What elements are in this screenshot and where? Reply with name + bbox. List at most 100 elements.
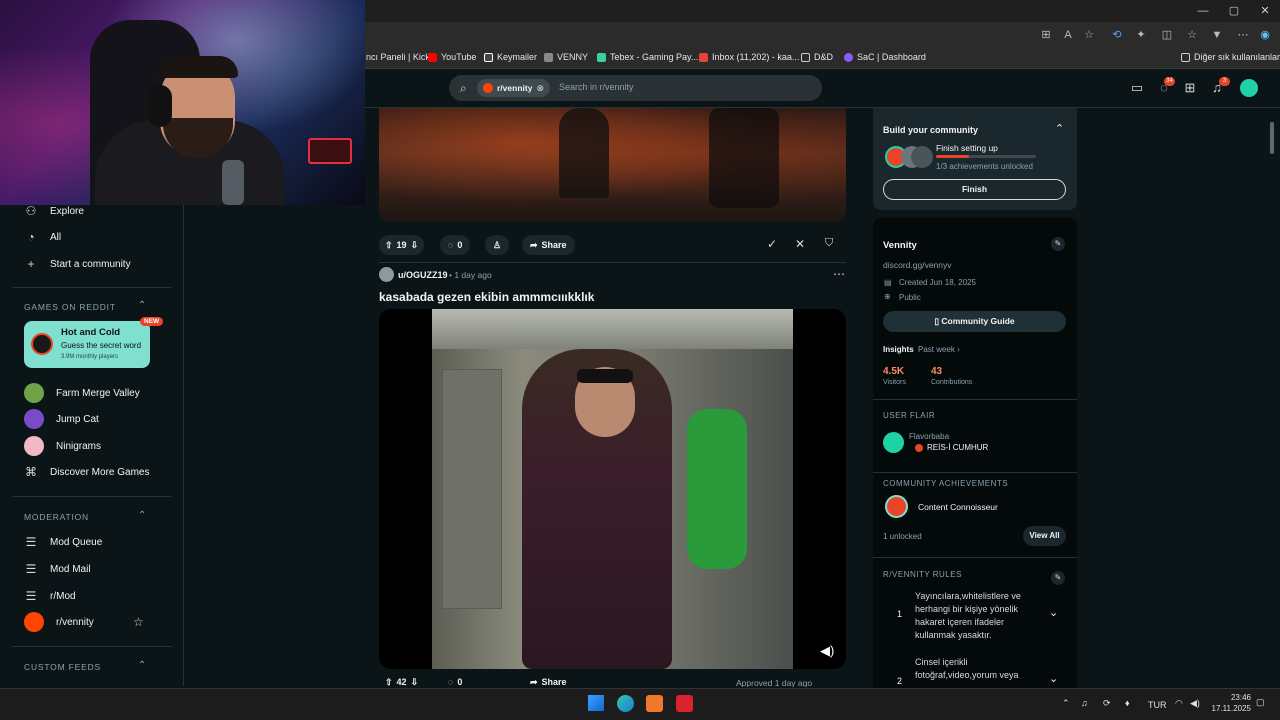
divider: [873, 557, 1077, 558]
clock-time[interactable]: 23:46: [1213, 693, 1251, 702]
tray-overflow-icon[interactable]: ⌃: [1062, 698, 1070, 709]
build-community-card: Build your community ⌃ Finish setting up…: [873, 108, 1077, 210]
minimize-icon[interactable]: —: [1195, 3, 1211, 19]
notification-center-icon[interactable]: ▢: [1256, 697, 1265, 708]
create-post-icon[interactable]: ⊞: [1182, 80, 1198, 96]
volume-icon[interactable]: ◀): [820, 643, 834, 659]
approve-check-icon[interactable]: ✓: [767, 237, 777, 251]
post-author[interactable]: u/OGUZZ19: [398, 270, 448, 280]
bookmark-other-folder[interactable]: Diğer sık kullanılanlar: [1181, 52, 1280, 62]
scrollbar-thumb[interactable]: [1270, 122, 1274, 154]
user-flair[interactable]: REİS-İ CUMHUR: [927, 443, 988, 452]
community-guide-button[interactable]: ▯ Community Guide: [883, 311, 1066, 332]
microphone-icon[interactable]: ♦: [1125, 698, 1130, 708]
chevron-up-icon[interactable]: ⌃: [1055, 122, 1064, 135]
rule-item[interactable]: 1 Yayıncılara,whitelistlere ve herhangi …: [873, 588, 1077, 646]
finish-button[interactable]: Finish: [883, 179, 1066, 200]
volume-icon[interactable]: ◀): [1190, 698, 1200, 709]
page-scrollbar[interactable]: [1268, 108, 1276, 686]
comment-icon: ◌: [448, 677, 454, 687]
extension-icon[interactable]: ⟲: [1110, 28, 1124, 42]
mod-shield-icon[interactable]: ⛉: [825, 237, 833, 250]
split-screen-icon[interactable]: ◫: [1160, 28, 1174, 42]
nav-all[interactable]: ◔ All: [24, 227, 61, 247]
insights-period[interactable]: Past week ›: [918, 345, 960, 354]
chevron-up-icon[interactable]: ⌃: [138, 510, 146, 521]
chevron-up-icon[interactable]: ⌃: [138, 300, 146, 311]
taskbar-app-icon[interactable]: [676, 695, 693, 712]
collections-icon[interactable]: ☆: [1185, 28, 1199, 42]
view-all-button[interactable]: View All: [1023, 526, 1066, 546]
webcam-overlay: [0, 0, 365, 205]
windows-start-icon[interactable]: [588, 695, 604, 711]
remove-x-icon[interactable]: ✕: [795, 237, 805, 251]
comments-button[interactable]: ◌ 0: [440, 677, 470, 687]
downvote-icon[interactable]: ⇩: [411, 677, 419, 687]
chevron-up-icon[interactable]: ⌃: [138, 660, 146, 671]
nav-mod-mail[interactable]: ☰ Mod Mail: [24, 559, 91, 579]
nav-r-vennity[interactable]: r/vennity: [24, 612, 94, 632]
game-ninigrams[interactable]: Ninigrams: [24, 436, 101, 456]
previous-post-image[interactable]: [379, 108, 846, 222]
nav-mod-queue[interactable]: ☰ Mod Queue: [24, 532, 103, 552]
app-grid-icon[interactable]: ⊞: [1039, 28, 1053, 42]
community-description[interactable]: discord.gg/vennyv: [883, 260, 952, 270]
upvote-icon[interactable]: ⇧: [385, 677, 393, 687]
wifi-icon[interactable]: ◠: [1175, 698, 1183, 709]
favorite-star-icon[interactable]: ☆: [133, 615, 144, 629]
read-aloud-icon[interactable]: A: [1061, 28, 1075, 42]
vpn-icon[interactable]: ▼: [1210, 28, 1224, 42]
approved-status: Approved 1 day ago: [736, 678, 813, 687]
advertise-icon[interactable]: ▭: [1129, 80, 1145, 96]
headset-icon[interactable]: ♫: [1081, 698, 1088, 708]
search-input[interactable]: ⌕ r/vennity ⊗ Search in r/vennity: [449, 75, 822, 101]
clear-chip-icon[interactable]: ⊗: [536, 83, 544, 94]
bookmark-sac[interactable]: SaC | Dashboard: [844, 52, 926, 62]
bookmark-youtube[interactable]: YouTube: [428, 52, 476, 62]
downvote-icon[interactable]: ⇩: [411, 240, 419, 251]
award-button[interactable]: ♙: [485, 235, 510, 255]
user-avatar[interactable]: [1238, 77, 1260, 99]
divider: [873, 399, 1077, 400]
windows-taskbar: [0, 688, 1280, 720]
edge-browser-icon[interactable]: [617, 695, 634, 712]
close-icon[interactable]: ✕: [1257, 3, 1273, 19]
post-title[interactable]: kasabada gezen ekibin ammmcıııkklık: [379, 290, 594, 304]
featured-game-card[interactable]: Hot and Cold Guess the secret word 3.9M …: [24, 321, 150, 368]
clock-date[interactable]: 17.11.2025: [1205, 704, 1251, 713]
search-community-chip[interactable]: r/vennity ⊗: [477, 79, 550, 97]
edit-pencil-icon[interactable]: ✎: [1051, 237, 1065, 251]
flair-emoji-icon: [915, 444, 923, 452]
bookmark-kick[interactable]: ncı Paneli | Kick: [366, 52, 430, 62]
game-jump-cat[interactable]: Jump Cat: [24, 409, 99, 429]
upvote-icon[interactable]: ⇧: [385, 240, 393, 251]
more-options-icon[interactable]: ⋯: [833, 267, 845, 281]
mail-icon: ☰: [25, 562, 37, 576]
bookmark-venny[interactable]: VENNY: [544, 52, 588, 62]
copilot-icon[interactable]: ◉: [1258, 28, 1272, 42]
bookmark-inbox[interactable]: Inbox (11,202) - kaa...: [699, 52, 799, 62]
bookmark-keymailer[interactable]: Keymailer: [484, 52, 537, 62]
comments-button[interactable]: ◌ 0: [440, 235, 471, 255]
language-indicator[interactable]: TUR: [1148, 700, 1167, 710]
extensions-puzzle-icon[interactable]: ✦: [1134, 28, 1148, 42]
share-button[interactable]: ➦ Share: [522, 677, 575, 687]
nav-r-mod[interactable]: ☰ r/Mod: [24, 586, 76, 606]
sync-icon[interactable]: ⟳: [1103, 698, 1111, 709]
bookmark-tebex[interactable]: Tebex - Gaming Pay...: [597, 52, 698, 62]
taskbar-app-icon[interactable]: [646, 695, 663, 712]
game-farm-merge-valley[interactable]: Farm Merge Valley: [24, 383, 140, 403]
author-avatar[interactable]: [379, 267, 394, 282]
bookmark-dnd[interactable]: D&D: [801, 52, 833, 62]
edit-pencil-icon[interactable]: ✎: [1051, 571, 1065, 585]
nav-start-community[interactable]: + Start a community: [24, 254, 130, 274]
discover-more-games[interactable]: ⌘ Discover More Games: [24, 462, 149, 482]
chevron-down-icon[interactable]: ⌄: [1049, 606, 1058, 619]
post-video[interactable]: ◀): [379, 309, 846, 669]
menu-dots-icon[interactable]: ⋯: [1236, 28, 1250, 42]
chevron-down-icon[interactable]: ⌄: [1049, 672, 1058, 685]
favorite-star-icon[interactable]: ☆: [1082, 28, 1096, 42]
maximize-icon[interactable]: ▢: [1226, 3, 1242, 19]
share-button[interactable]: ➦ Share: [522, 235, 575, 255]
rule-item[interactable]: 2 Cinsel içerikli fotoğraf,video,yorum v…: [873, 654, 1077, 688]
